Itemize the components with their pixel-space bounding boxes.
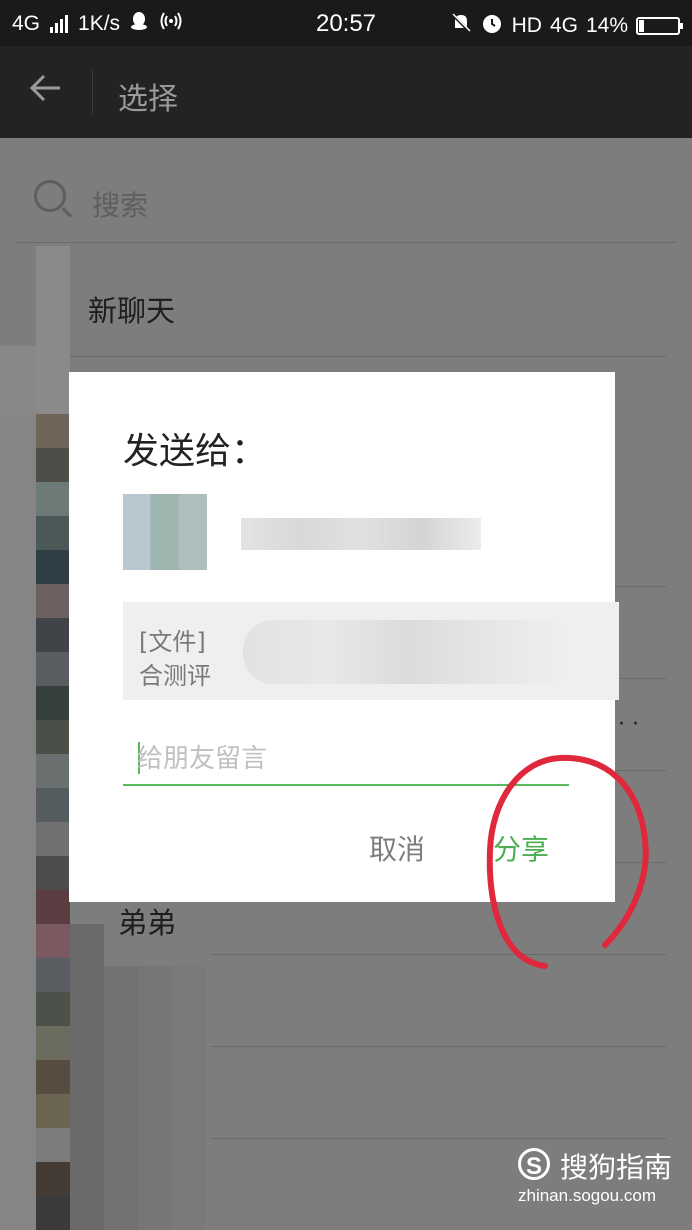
preview-blurred-text xyxy=(243,620,573,684)
recipient-avatar xyxy=(123,494,207,570)
dialog-title: 发送给： xyxy=(123,431,268,472)
list-divider xyxy=(210,954,666,955)
share-dialog: 发送给： [文件] 合测评 取消 分享 xyxy=(69,372,619,902)
back-arrow-icon[interactable] xyxy=(28,72,62,112)
sogou-logo-icon: S xyxy=(518,1148,550,1180)
watermark-url: zhinan.sogou.com xyxy=(518,1186,656,1205)
message-input[interactable] xyxy=(123,738,579,780)
message-field[interactable] xyxy=(123,738,579,786)
recipient-name-blurred xyxy=(241,518,481,550)
search-placeholder: 搜索 xyxy=(92,189,149,222)
cancel-button[interactable]: 取消 xyxy=(369,828,425,868)
search-bar[interactable]: 搜索 xyxy=(16,166,676,243)
alarm-icon xyxy=(480,11,504,41)
watermark-brand: 搜狗指南 xyxy=(560,1151,673,1184)
status-bar: 4G 1K/s 20:57 HD 4G 14% xyxy=(0,0,692,46)
app-bar: 选择 xyxy=(0,46,692,138)
preview-line-2: 合测评 xyxy=(139,662,211,690)
more-ellipsis: · · xyxy=(618,712,639,737)
battery-percent: 14% xyxy=(585,14,628,37)
network-type-2: 4G xyxy=(549,14,578,37)
file-preview: [文件] 合测评 xyxy=(123,602,619,700)
share-button[interactable]: 分享 xyxy=(493,828,549,868)
list-divider xyxy=(210,1046,666,1047)
mute-bell-icon xyxy=(450,12,472,40)
preview-line-1: [文件] xyxy=(139,628,206,656)
list-divider xyxy=(210,1138,666,1139)
search-icon xyxy=(34,180,66,212)
battery-fill xyxy=(639,20,644,32)
battery-icon xyxy=(636,17,683,35)
page-title: 选择 xyxy=(118,82,178,117)
status-right: HD 4G 14% xyxy=(450,11,683,41)
recipient-row xyxy=(123,494,623,574)
hd-label: HD xyxy=(511,14,542,37)
app-bar-divider xyxy=(92,70,93,114)
